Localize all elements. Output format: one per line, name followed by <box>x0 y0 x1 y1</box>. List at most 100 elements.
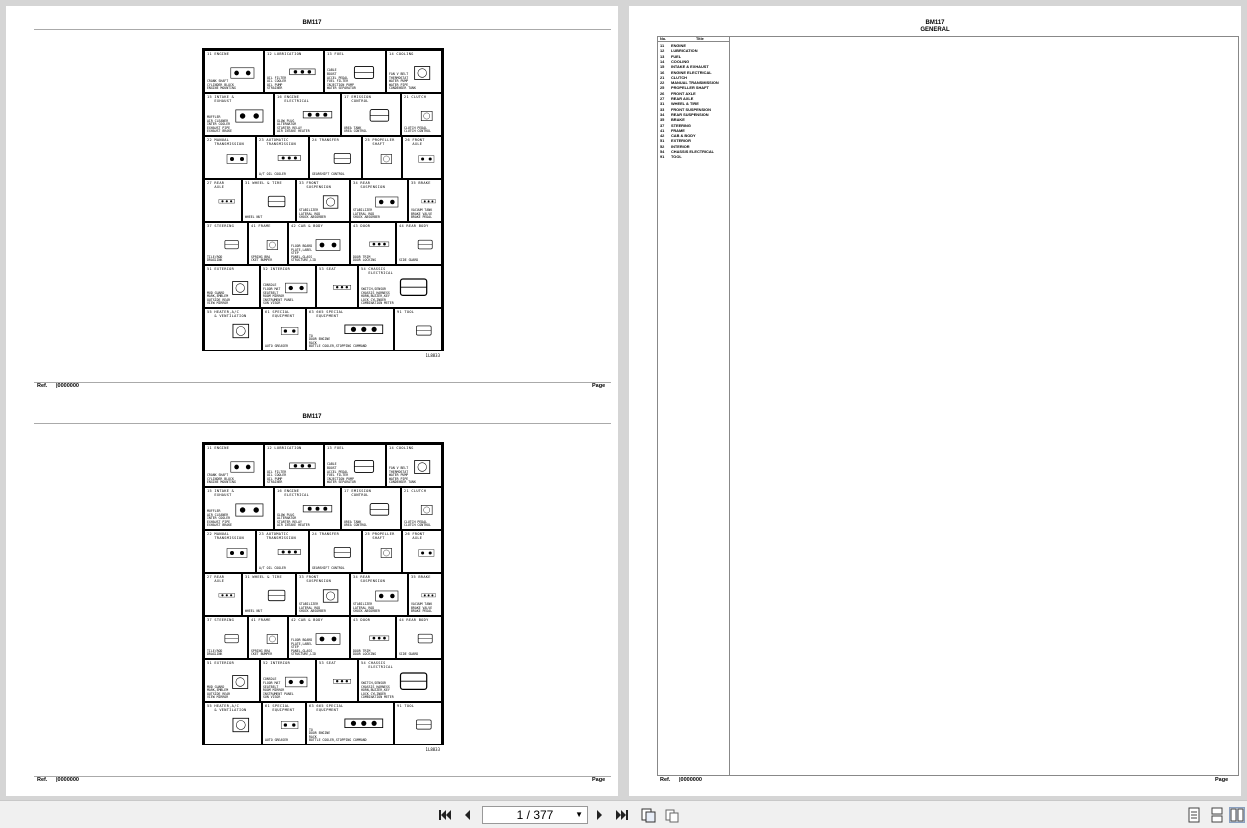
index-cell[interactable]: 13 FUEL CABLE BOOST ACCEL PEDAL FUEL FILT… <box>324 444 386 487</box>
index-cell-sublabels: TO DOOR ENGINE RACK BOTTLE COOLER,STOPPI… <box>309 333 367 349</box>
index-cell[interactable]: 31 WHEEL & TIRE WHEEL NUT <box>242 179 296 222</box>
index-cell[interactable]: 22 MANUAL TRANSMISSION <box>204 530 256 573</box>
index-cell[interactable]: 37 STEERING TILE/ROD DRAGLINK <box>204 222 248 265</box>
index-cell[interactable]: 55 HEATER,A/C & VENTILATION <box>204 308 262 351</box>
index-cell-sublabels: MUFFLER AIR CLEANER INTER COOLER EXHAUST… <box>207 115 232 134</box>
footer-ref-value: |0000000 <box>56 777 79 783</box>
index-cell[interactable]: 42 CAB & BODY FLOOR BOARD PLATE,LABEL STE… <box>288 222 350 265</box>
index-cell[interactable]: 35 BRAKE VACUUM TANK BRAKE VALVE BRAKE PE… <box>408 573 442 616</box>
index-cell[interactable]: 54 CHASSIS ELECTRICAL SWITCH,SENSOR CHASS… <box>358 265 442 308</box>
col-title-header: Title <box>696 37 704 41</box>
index-cell[interactable]: 13 FUEL CABLE BOOST ACCEL PEDAL FUEL FILT… <box>324 50 386 93</box>
index-cell-sublabels: MUFFLER AIR CLEANER INTER COOLER EXHAUST… <box>207 509 232 528</box>
index-cell[interactable]: 21 CLUTCH CLUTCH PEDAL CLUTCH CONTROL <box>401 487 442 530</box>
index-cell[interactable]: 23 AUTOMATIC TRANSMISSION A/T OIL COOLER <box>256 530 309 573</box>
index-cell[interactable]: 16 ENGINE ELECTRICAL GLOW PLUG ALTERNATOR… <box>274 487 341 530</box>
part-illustration-icon <box>417 633 433 644</box>
fit-page-icon[interactable] <box>640 807 656 823</box>
first-page-icon[interactable] <box>437 807 453 823</box>
index-cell-label: 35 BRAKE <box>411 575 431 579</box>
index-cell[interactable]: 24 TRANSFER GEARSHIFT CONTROL <box>309 136 362 179</box>
index-cell[interactable]: 53 SEAT <box>316 659 358 702</box>
footer-page-label: Page <box>1215 777 1229 783</box>
index-cell[interactable]: 24 TRANSFER GEARSHIFT CONTROL <box>309 530 362 573</box>
index-cell[interactable]: 11 ENGINE CRANK SHAFT CYLINDER BLOCK ENGI… <box>204 50 264 93</box>
index-cell[interactable]: 12 LUBRICATION OIL FILTER OIL COOLER OIL … <box>264 444 324 487</box>
index-cell[interactable]: 17 EMISSION CONTROL UREA TANK UREA CONTRO… <box>341 93 401 136</box>
index-cell[interactable]: 14 COOLING FAN V BELT THERMOSTAT WATER PU… <box>386 50 442 93</box>
index-cell-sublabels: STABILIZER LATERAL ROD SHOCK ABSORBER <box>299 208 326 220</box>
index-cell[interactable]: 11 ENGINE CRANK SHAFT CYLINDER BLOCK ENGI… <box>204 444 264 487</box>
index-cell[interactable]: 91 TOOL <box>394 702 442 745</box>
part-illustration-icon <box>219 199 236 204</box>
index-cell[interactable]: 51 EXTERIOR MUD GUARD MARK,EMBLEM OUTSIDE… <box>204 265 260 308</box>
part-illustration-icon <box>369 503 390 516</box>
index-cell[interactable]: 15 INTAKE & EXHAUST MUFFLER AIR CLEANER I… <box>204 93 274 136</box>
index-cell[interactable]: 25 PROPELLER SHAFT <box>362 136 402 179</box>
index-cell[interactable]: 41 FRAME SPRING BRA CKET BUMPER <box>248 222 288 265</box>
index-cell-label: 12 LUBRICATION <box>267 446 302 450</box>
index-cell[interactable]: 21 CLUTCH CLUTCH PEDAL CLUTCH CONTROL <box>401 93 442 136</box>
index-cell[interactable]: 52 INTERIOR CONSOLE FLOOR MAT SEATBELT RO… <box>260 659 316 702</box>
next-page-icon[interactable] <box>592 807 608 823</box>
general-title: GENERAL <box>920 27 950 33</box>
index-cell[interactable]: 42 CAB & BODY FLOOR BOARD PLATE,LABEL STE… <box>288 616 350 659</box>
parts-index-grid: 11 ENGINE CRANK SHAFT CYLINDER BLOCK ENGI… <box>202 48 444 358</box>
index-cell[interactable]: 51 EXTERIOR MUD GUARD MARK,EMBLEM OUTSIDE… <box>204 659 260 702</box>
index-cell[interactable]: 44 REAR BODY SIDE GUARD <box>396 616 442 659</box>
contents-row[interactable]: 91 TOOL <box>660 154 682 159</box>
last-page-icon[interactable] <box>614 807 630 823</box>
index-cell[interactable]: 52 INTERIOR CONSOLE FLOOR MAT SEATBELT RO… <box>260 265 316 308</box>
index-cell[interactable]: 63 665 SPECIAL EQUIPMENT TO DOOR ENGINE R… <box>306 308 394 351</box>
two-page-icon[interactable] <box>664 807 680 823</box>
index-cell[interactable]: 25 PROPELLER SHAFT <box>362 530 402 573</box>
index-cell-label: 53 SEAT <box>319 267 337 271</box>
prev-page-icon[interactable] <box>459 807 475 823</box>
single-page-view-icon[interactable] <box>1186 807 1202 823</box>
index-cell[interactable]: 61 SPECIAL EQUIPMENT AUTO GREASER <box>262 308 306 351</box>
index-cell[interactable]: 22 MANUAL TRANSMISSION <box>204 136 256 179</box>
index-cell[interactable]: 17 EMISSION CONTROL UREA TANK UREA CONTRO… <box>341 487 401 530</box>
index-cell-sublabels: A/T OIL COOLER <box>259 566 286 571</box>
index-cell[interactable]: 16 ENGINE ELECTRICAL GLOW PLUG ALTERNATOR… <box>274 93 341 136</box>
index-cell-sublabels: GEARSHIFT CONTROL <box>312 566 345 571</box>
index-cell[interactable]: 35 BRAKE VACUUM TANK BRAKE VALVE BRAKE PE… <box>408 179 442 222</box>
index-cell[interactable]: 34 REAR SUSPENSION STABILIZER LATERAL ROD… <box>350 573 408 616</box>
facing-view-icon[interactable] <box>1229 807 1245 823</box>
index-cell[interactable]: 63 665 SPECIAL EQUIPMENT TO DOOR ENGINE R… <box>306 702 394 745</box>
index-cell[interactable]: 27 REAR AXLE <box>204 573 242 616</box>
viewer-toolbar: 1 / 377 ▼ <box>0 800 1247 828</box>
page-1: BM117 11 ENGINE CRANK SHAFT CYLINDER BLOC… <box>6 6 618 796</box>
part-illustration-icon <box>226 548 248 558</box>
index-cell[interactable]: 15 INTAKE & EXHAUST MUFFLER AIR CLEANER I… <box>204 487 274 530</box>
index-cell[interactable]: 54 CHASSIS ELECTRICAL SWITCH,SENSOR CHASS… <box>358 659 442 702</box>
index-cell[interactable]: 27 REAR AXLE <box>204 179 242 222</box>
part-illustration-icon <box>399 278 428 296</box>
index-cell[interactable]: 33 FRONT SUSPENSION STABILIZER LATERAL RO… <box>296 573 350 616</box>
index-cell[interactable]: 53 SEAT <box>316 265 358 308</box>
index-cell[interactable]: 55 HEATER,A/C & VENTILATION <box>204 702 262 745</box>
index-cell[interactable]: 43 DOOR DOOR TRIM DOOR LOCKING <box>350 616 396 659</box>
index-cell[interactable]: 91 TOOL <box>394 308 442 351</box>
index-cell-sublabels: SWITCH,SENSOR CHASSIS HARNESS HORN,BUZZE… <box>361 681 394 700</box>
index-cell[interactable]: 37 STEERING TILE/ROD DRAGLINK <box>204 616 248 659</box>
index-cell[interactable]: 41 FRAME SPRING BRA CKET BUMPER <box>248 616 288 659</box>
index-cell[interactable]: 33 FRONT SUSPENSION STABILIZER LATERAL RO… <box>296 179 350 222</box>
index-cell[interactable]: 14 COOLING FAN V BELT THERMOSTAT WATER PU… <box>386 444 442 487</box>
index-cell[interactable]: 26 FRONT AXLE <box>402 136 442 179</box>
document-viewer[interactable]: BM117 11 ENGINE CRANK SHAFT CYLINDER BLOC… <box>0 0 1247 800</box>
header-rule <box>34 423 611 424</box>
index-cell[interactable]: 26 FRONT AXLE <box>402 530 442 573</box>
page-half-bottom: BM117 11 ENGINE CRANK SHAFT CYLINDER BLOC… <box>6 400 618 795</box>
index-cell[interactable]: 43 DOOR DOOR TRIM DOOR LOCKING <box>350 222 396 265</box>
index-cell[interactable]: 61 SPECIAL EQUIPMENT AUTO GREASER <box>262 702 306 745</box>
continuous-view-icon[interactable] <box>1209 807 1225 823</box>
part-illustration-icon <box>224 634 239 644</box>
index-cell[interactable]: 12 LUBRICATION OIL FILTER OIL COOLER OIL … <box>264 50 324 93</box>
index-cell[interactable]: 31 WHEEL & TIRE WHEEL NUT <box>242 573 296 616</box>
index-cell[interactable]: 23 AUTOMATIC TRANSMISSION A/T OIL COOLER <box>256 136 309 179</box>
index-cell[interactable]: 34 REAR SUSPENSION STABILIZER LATERAL ROD… <box>350 179 408 222</box>
page-number-select[interactable]: 1 / 377 ▼ <box>482 806 588 824</box>
part-illustration-icon <box>418 549 435 557</box>
index-cell[interactable]: 44 REAR BODY SIDE GUARD <box>396 222 442 265</box>
